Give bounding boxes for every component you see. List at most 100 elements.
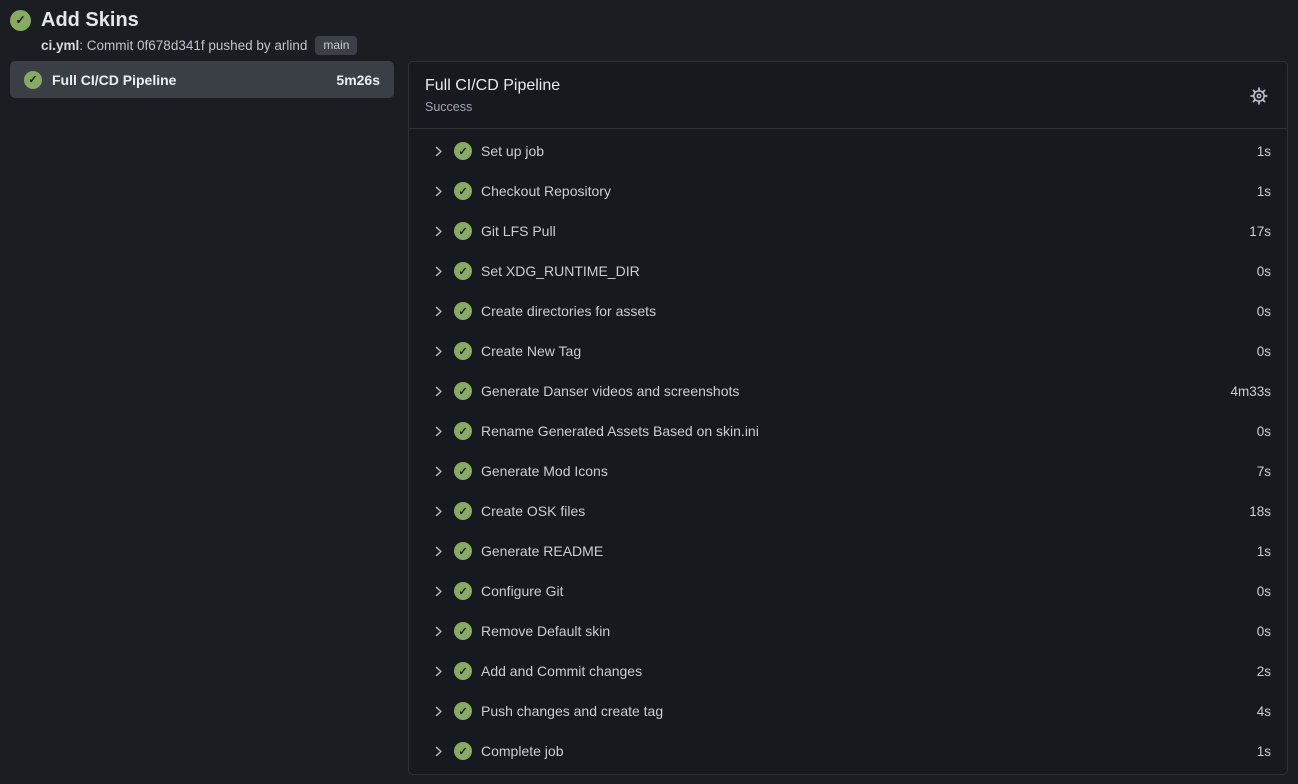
- workflow-file-name: ci.yml: [41, 38, 79, 53]
- step-duration: 4s: [1257, 704, 1271, 719]
- step-label: Add and Commit changes: [481, 663, 642, 679]
- chevron-right-icon[interactable]: [432, 585, 445, 598]
- chevron-right-icon[interactable]: [432, 745, 445, 758]
- step-duration: 1s: [1257, 744, 1271, 759]
- step-row[interactable]: Git LFS Pull 17s: [409, 211, 1287, 251]
- step-row[interactable]: Configure Git 0s: [409, 571, 1287, 611]
- success-check-circle-icon: [454, 302, 472, 320]
- success-check-circle-icon: [454, 622, 472, 640]
- step-row[interactable]: Remove Default skin 0s: [409, 611, 1287, 651]
- jobs-sidebar: Full CI/CD Pipeline 5m26s: [10, 61, 394, 98]
- step-row[interactable]: Generate README 1s: [409, 531, 1287, 571]
- step-label: Remove Default skin: [481, 623, 610, 639]
- step-duration: 18s: [1249, 504, 1271, 519]
- step-label: Set XDG_RUNTIME_DIR: [481, 263, 640, 279]
- chevron-right-icon[interactable]: [432, 425, 445, 438]
- job-duration: 5m26s: [336, 72, 380, 88]
- success-check-circle-icon: [454, 742, 472, 760]
- sidebar-job-item[interactable]: Full CI/CD Pipeline 5m26s: [10, 61, 394, 98]
- success-check-circle-icon: [454, 262, 472, 280]
- chevron-right-icon[interactable]: [432, 625, 445, 638]
- step-duration: 4m33s: [1230, 384, 1271, 399]
- step-duration: 0s: [1257, 624, 1271, 639]
- success-check-circle-icon: [454, 702, 472, 720]
- commit-text: : Commit 0f678d341f pushed by arlind: [79, 38, 307, 53]
- step-label: Generate Danser videos and screenshots: [481, 383, 739, 399]
- step-row[interactable]: Add and Commit changes 2s: [409, 651, 1287, 691]
- step-row[interactable]: Create New Tag 0s: [409, 331, 1287, 371]
- success-check-circle-icon: [24, 71, 42, 89]
- step-row[interactable]: Generate Danser videos and screenshots 4…: [409, 371, 1287, 411]
- step-row[interactable]: Set up job 1s: [409, 131, 1287, 171]
- chevron-right-icon[interactable]: [432, 185, 445, 198]
- chevron-right-icon[interactable]: [432, 345, 445, 358]
- step-row[interactable]: Checkout Repository 1s: [409, 171, 1287, 211]
- step-duration: 0s: [1257, 344, 1271, 359]
- job-detail-header: Full CI/CD Pipeline Success: [409, 62, 1287, 129]
- chevron-right-icon[interactable]: [432, 385, 445, 398]
- chevron-right-icon[interactable]: [432, 265, 445, 278]
- chevron-right-icon[interactable]: [432, 545, 445, 558]
- success-check-circle-icon: [454, 502, 472, 520]
- steps-list: Set up job 1s Checkout Repository 1s Git…: [409, 129, 1287, 774]
- step-label: Create New Tag: [481, 343, 581, 359]
- chevron-right-icon[interactable]: [432, 305, 445, 318]
- step-label: Create directories for assets: [481, 303, 656, 319]
- run-subtitle: ci.yml: Commit 0f678d341f pushed by arli…: [41, 36, 1288, 55]
- step-label: Set up job: [481, 143, 544, 159]
- success-check-circle-icon: [454, 422, 472, 440]
- step-row[interactable]: Complete job 1s: [409, 731, 1287, 771]
- run-content: Full CI/CD Pipeline 5m26s Full CI/CD Pip…: [0, 55, 1298, 775]
- success-check-circle-icon: [454, 222, 472, 240]
- success-check-circle-icon: [10, 10, 31, 31]
- success-check-circle-icon: [454, 342, 472, 360]
- step-duration: 0s: [1257, 304, 1271, 319]
- success-check-circle-icon: [454, 582, 472, 600]
- chevron-right-icon[interactable]: [432, 145, 445, 158]
- chevron-right-icon[interactable]: [432, 705, 445, 718]
- step-duration: 1s: [1257, 144, 1271, 159]
- run-header: Add Skins ci.yml: Commit 0f678d341f push…: [0, 0, 1298, 55]
- step-label: Git LFS Pull: [481, 223, 556, 239]
- chevron-right-icon[interactable]: [432, 505, 445, 518]
- success-check-circle-icon: [454, 462, 472, 480]
- step-row[interactable]: Generate Mod Icons 7s: [409, 451, 1287, 491]
- step-label: Configure Git: [481, 583, 563, 599]
- success-check-circle-icon: [454, 182, 472, 200]
- step-row[interactable]: Push changes and create tag 4s: [409, 691, 1287, 731]
- step-label: Generate README: [481, 543, 603, 559]
- step-row[interactable]: Create directories for assets 0s: [409, 291, 1287, 331]
- step-duration: 2s: [1257, 664, 1271, 679]
- step-duration: 0s: [1257, 584, 1271, 599]
- step-label: Rename Generated Assets Based on skin.in…: [481, 423, 759, 439]
- step-label: Checkout Repository: [481, 183, 611, 199]
- step-duration: 1s: [1257, 184, 1271, 199]
- step-duration: 7s: [1257, 464, 1271, 479]
- success-check-circle-icon: [454, 382, 472, 400]
- job-status-text: Success: [425, 98, 1271, 116]
- job-detail-panel: Full CI/CD Pipeline Success: [408, 61, 1288, 775]
- commit-summary: ci.yml: Commit 0f678d341f pushed by arli…: [41, 38, 307, 53]
- chevron-right-icon[interactable]: [432, 465, 445, 478]
- step-label: Complete job: [481, 743, 564, 759]
- step-label: Push changes and create tag: [481, 703, 663, 719]
- job-name: Full CI/CD Pipeline: [52, 72, 176, 88]
- branch-badge[interactable]: main: [315, 36, 357, 55]
- success-check-circle-icon: [454, 662, 472, 680]
- step-row[interactable]: Rename Generated Assets Based on skin.in…: [409, 411, 1287, 451]
- step-row[interactable]: Create OSK files 18s: [409, 491, 1287, 531]
- step-duration: 0s: [1257, 264, 1271, 279]
- run-title: Add Skins: [41, 7, 139, 33]
- step-duration: 0s: [1257, 424, 1271, 439]
- step-duration: 17s: [1249, 224, 1271, 239]
- job-detail-title: Full CI/CD Pipeline: [425, 75, 1271, 97]
- step-duration: 1s: [1257, 544, 1271, 559]
- step-label: Create OSK files: [481, 503, 585, 519]
- chevron-right-icon[interactable]: [432, 225, 445, 238]
- gear-icon[interactable]: [1247, 84, 1271, 108]
- step-row[interactable]: Set XDG_RUNTIME_DIR 0s: [409, 251, 1287, 291]
- chevron-right-icon[interactable]: [432, 665, 445, 678]
- success-check-circle-icon: [454, 142, 472, 160]
- step-label: Generate Mod Icons: [481, 463, 608, 479]
- success-check-circle-icon: [454, 542, 472, 560]
